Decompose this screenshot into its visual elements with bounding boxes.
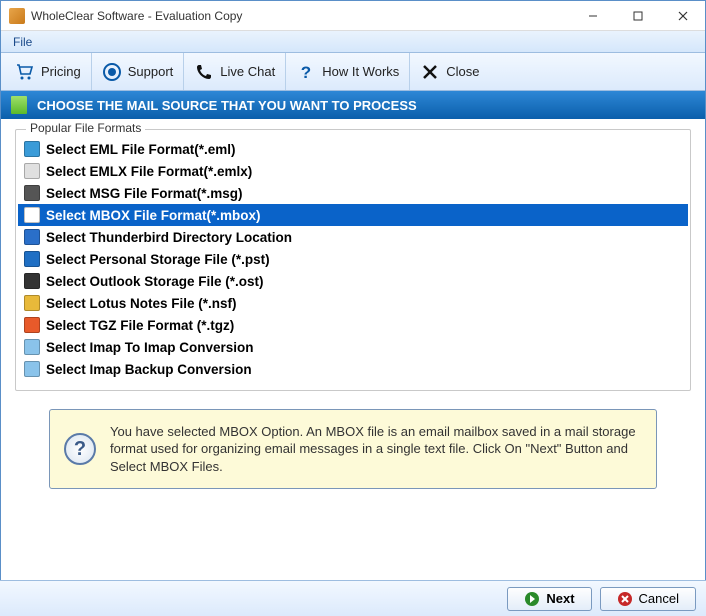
howitworks-button[interactable]: ? How It Works xyxy=(286,53,410,90)
format-option[interactable]: Select Thunderbird Directory Location xyxy=(18,226,688,248)
info-text: You have selected MBOX Option. An MBOX f… xyxy=(110,423,642,476)
format-option[interactable]: Select Imap Backup Conversion xyxy=(18,358,688,380)
format-option[interactable]: Select Outlook Storage File (*.ost) xyxy=(18,270,688,292)
format-label: Select Imap To Imap Conversion xyxy=(46,340,254,355)
format-option[interactable]: Select EML File Format(*.eml) xyxy=(18,138,688,160)
phone-icon xyxy=(194,62,214,82)
titlebar: WholeClear Software - Evaluation Copy xyxy=(1,1,705,31)
livechat-button[interactable]: Live Chat xyxy=(184,53,286,90)
pricing-button[interactable]: Pricing xyxy=(5,53,92,90)
cart-icon xyxy=(15,62,35,82)
document-icon xyxy=(11,96,27,114)
format-option[interactable]: Select EMLX File Format(*.emlx) xyxy=(18,160,688,182)
format-option[interactable]: Select MBOX File Format(*.mbox) xyxy=(18,204,688,226)
toolbar: Pricing Support Live Chat ? How It Works… xyxy=(1,53,705,91)
file-type-icon xyxy=(24,361,40,377)
cancel-button[interactable]: Cancel xyxy=(600,587,696,611)
howitworks-label: How It Works xyxy=(322,64,399,79)
x-icon xyxy=(420,62,440,82)
banner: CHOOSE THE MAIL SOURCE THAT YOU WANT TO … xyxy=(1,91,705,119)
format-label: Select Personal Storage File (*.pst) xyxy=(46,252,270,267)
format-label: Select Outlook Storage File (*.ost) xyxy=(46,274,264,289)
format-label: Select MBOX File Format(*.mbox) xyxy=(46,208,261,223)
format-option[interactable]: Select Personal Storage File (*.pst) xyxy=(18,248,688,270)
close-label: Close xyxy=(446,64,479,79)
menu-file[interactable]: File xyxy=(7,33,38,51)
info-panel: ? You have selected MBOX Option. An MBOX… xyxy=(49,409,657,489)
file-type-icon xyxy=(24,295,40,311)
arrow-right-icon xyxy=(524,591,540,607)
minimize-button[interactable] xyxy=(570,1,615,30)
format-label: Select TGZ File Format (*.tgz) xyxy=(46,318,234,333)
file-type-icon xyxy=(24,207,40,223)
window-controls xyxy=(570,1,705,30)
format-option[interactable]: Select Lotus Notes File (*.nsf) xyxy=(18,292,688,314)
format-label: Select Lotus Notes File (*.nsf) xyxy=(46,296,237,311)
group-legend: Popular File Formats xyxy=(26,121,145,135)
file-type-icon xyxy=(24,317,40,333)
next-label: Next xyxy=(546,591,574,606)
support-button[interactable]: Support xyxy=(92,53,185,90)
cancel-icon xyxy=(617,591,633,607)
formats-group: Popular File Formats Select EML File For… xyxy=(15,129,691,391)
file-type-icon xyxy=(24,251,40,267)
format-label: Select Thunderbird Directory Location xyxy=(46,230,292,245)
file-type-icon xyxy=(24,339,40,355)
maximize-button[interactable] xyxy=(615,1,660,30)
pricing-label: Pricing xyxy=(41,64,81,79)
format-label: Select Imap Backup Conversion xyxy=(46,362,252,377)
content-area: Popular File Formats Select EML File For… xyxy=(1,119,705,395)
format-option[interactable]: Select TGZ File Format (*.tgz) xyxy=(18,314,688,336)
window-title: WholeClear Software - Evaluation Copy xyxy=(31,9,570,23)
next-button[interactable]: Next xyxy=(507,587,591,611)
format-label: Select MSG File Format(*.msg) xyxy=(46,186,243,201)
file-type-icon xyxy=(24,229,40,245)
file-type-icon xyxy=(24,163,40,179)
format-list: Select EML File Format(*.eml) Select EMLX… xyxy=(18,138,688,380)
menubar: File xyxy=(1,31,705,53)
svg-text:?: ? xyxy=(301,63,311,81)
close-button[interactable]: Close xyxy=(410,53,489,90)
cancel-label: Cancel xyxy=(639,591,679,606)
question-icon: ? xyxy=(296,62,316,82)
file-type-icon xyxy=(24,185,40,201)
footer: Next Cancel xyxy=(0,580,706,616)
app-icon xyxy=(9,8,25,24)
file-type-icon xyxy=(24,141,40,157)
support-label: Support xyxy=(128,64,174,79)
info-icon: ? xyxy=(64,433,96,465)
headset-icon xyxy=(102,62,122,82)
close-window-button[interactable] xyxy=(660,1,705,30)
file-type-icon xyxy=(24,273,40,289)
format-option[interactable]: Select MSG File Format(*.msg) xyxy=(18,182,688,204)
banner-text: CHOOSE THE MAIL SOURCE THAT YOU WANT TO … xyxy=(37,98,417,113)
livechat-label: Live Chat xyxy=(220,64,275,79)
format-label: Select EMLX File Format(*.emlx) xyxy=(46,164,252,179)
format-option[interactable]: Select Imap To Imap Conversion xyxy=(18,336,688,358)
format-label: Select EML File Format(*.eml) xyxy=(46,142,236,157)
